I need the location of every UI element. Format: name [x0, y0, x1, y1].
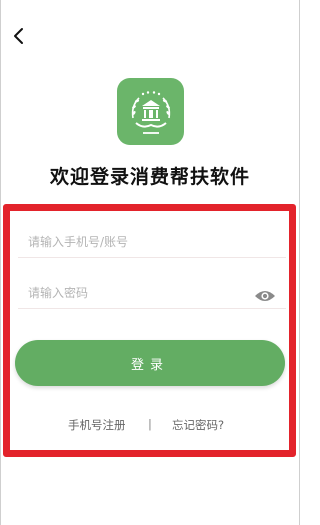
app-logo	[117, 78, 184, 145]
eye-icon	[255, 291, 275, 301]
password-visibility-toggle[interactable]	[254, 288, 276, 302]
bottom-links: 手机号注册 | 忘记密码?	[0, 417, 300, 433]
forgot-password-link[interactable]: 忘记密码?	[172, 417, 224, 433]
chevron-left-icon	[14, 28, 23, 44]
account-input[interactable]	[28, 227, 286, 257]
login-button[interactable]: 登录	[15, 340, 285, 386]
password-input[interactable]	[28, 278, 248, 308]
back-button[interactable]	[10, 26, 30, 46]
page-title: 欢迎登录消费帮扶软件	[49, 166, 250, 188]
register-link[interactable]: 手机号注册	[68, 417, 126, 433]
link-separator: |	[148, 417, 152, 431]
password-divider	[18, 308, 286, 309]
app-logo-icon	[131, 90, 170, 134]
account-divider	[18, 257, 286, 258]
login-button-label: 登录	[130, 357, 169, 373]
